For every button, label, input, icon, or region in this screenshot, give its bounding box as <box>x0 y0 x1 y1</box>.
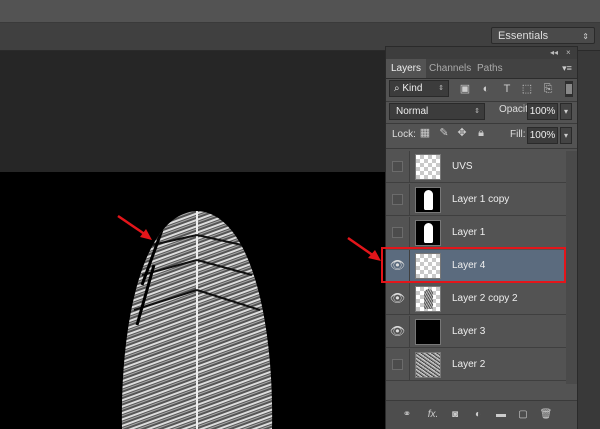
filter-kind-select[interactable]: ⌕ Kind ⇕ <box>389 80 449 97</box>
panel-tabs: Layers Channels Paths <box>386 59 577 79</box>
layer-name[interactable]: Layer 1 <box>452 217 485 249</box>
close-panel-icon[interactable]: × <box>566 47 571 59</box>
hidden-box-icon <box>392 359 403 370</box>
layer-row[interactable]: Layer 1 copy <box>386 184 566 216</box>
visibility-toggle[interactable] <box>390 225 405 240</box>
divider <box>386 101 577 102</box>
hidden-box-icon <box>392 227 403 238</box>
visibility-toggle[interactable] <box>390 159 405 174</box>
feather-shape-icon <box>424 289 433 309</box>
layer-name[interactable]: Layer 1 copy <box>452 184 509 216</box>
tab-channels[interactable]: Channels <box>424 59 476 78</box>
blend-mode-value: Normal <box>396 106 429 117</box>
menu-bar <box>0 0 600 23</box>
layer-thumbnail <box>415 286 441 312</box>
layer-thumbnail <box>415 187 441 213</box>
panel-header: ◂◂ × <box>386 47 577 59</box>
visibility-toggle[interactable]: 👁︎ <box>390 324 405 339</box>
hidden-box-icon <box>392 194 403 205</box>
layer-thumbnail <box>415 352 441 378</box>
layer-thumbnail <box>415 220 441 246</box>
adjustment-layer-icon[interactable]: ◐ <box>471 408 485 422</box>
layer-row[interactable]: 👁︎ Layer 2 copy 2 <box>386 283 566 315</box>
panel-menu-icon[interactable]: ▾≡ <box>558 59 576 78</box>
layer-list-scrollbar[interactable] <box>566 151 577 384</box>
red-arrow-icon <box>347 236 381 261</box>
shape-filter-icon[interactable]: ⬚ <box>520 82 534 96</box>
layer-name[interactable]: Layer 2 copy 2 <box>452 283 518 315</box>
layer-name[interactable]: UVS <box>452 151 473 183</box>
lock-image-pixels-icon[interactable]: ✎ <box>438 127 450 140</box>
eye-icon: 👁︎ <box>390 324 406 338</box>
divider <box>386 123 577 124</box>
divider <box>409 283 410 315</box>
chevron-updown-icon: ⇕ <box>474 108 480 115</box>
filter-toggle[interactable] <box>565 81 573 97</box>
divider <box>386 148 577 149</box>
visibility-toggle[interactable]: 👁︎ <box>390 291 405 306</box>
layer-row[interactable]: Layer 1 <box>386 217 566 249</box>
workspace-label: Essentials <box>498 30 549 42</box>
filter-kind-label: Kind <box>402 83 423 94</box>
lock-transparent-pixels-icon[interactable]: ▦ <box>419 127 431 140</box>
layer-row[interactable]: Layer 2 <box>386 349 566 381</box>
trash-icon[interactable]: 🗑︎ <box>539 408 553 422</box>
lock-position-icon[interactable]: ✥ <box>456 127 468 140</box>
divider <box>409 151 410 183</box>
lock-all-icon[interactable]: 🔒︎ <box>475 127 487 140</box>
blend-mode-select[interactable]: Normal ⇕ <box>389 103 485 120</box>
layer-thumbnail <box>415 154 441 180</box>
layer-row[interactable]: 👁︎ Layer 3 <box>386 316 566 348</box>
fill-label: Fill: <box>510 129 526 140</box>
divider <box>409 349 410 381</box>
image-filter-icon[interactable]: ▣ <box>458 82 472 96</box>
layer-row[interactable]: UVS <box>386 151 566 183</box>
workspace-switcher[interactable]: Essentials ⇕ <box>491 27 595 44</box>
feather-shape-icon <box>424 190 433 210</box>
eye-icon: 👁︎ <box>390 291 406 305</box>
fill-dropdown-button[interactable]: ▾ <box>560 127 572 144</box>
layers-panel: ◂◂ × Layers Channels Paths ▾≡ ⌕ Kind ⇕ ▣… <box>385 46 578 429</box>
hidden-box-icon <box>392 161 403 172</box>
collapsed-panel-dock[interactable] <box>578 51 600 429</box>
layer-name[interactable]: Layer 3 <box>452 316 485 348</box>
search-icon: ⌕ <box>394 83 400 94</box>
adjustment-filter-icon[interactable]: ◐ <box>479 82 493 96</box>
new-group-icon[interactable]: ▬ <box>494 408 508 422</box>
lock-label: Lock: <box>392 129 416 140</box>
fx-icon[interactable]: fx. <box>426 408 440 422</box>
layer-name[interactable]: Layer 2 <box>452 349 485 381</box>
tab-layers[interactable]: Layers <box>386 59 427 78</box>
panel-footer: ⚭ fx. ◙ ◐ ▬ ▢ 🗑︎ <box>386 400 577 429</box>
red-arrow-icon <box>117 214 152 240</box>
chevron-updown-icon: ⇕ <box>582 32 589 41</box>
divider <box>409 217 410 249</box>
divider <box>409 316 410 348</box>
collapse-icon[interactable]: ◂◂ <box>550 47 558 59</box>
visibility-toggle[interactable] <box>390 192 405 207</box>
feather-shape-icon <box>424 223 433 243</box>
visibility-toggle[interactable] <box>390 357 405 372</box>
chevron-updown-icon: ⇕ <box>438 85 444 92</box>
divider <box>409 184 410 216</box>
opacity-dropdown-button[interactable]: ▾ <box>560 103 572 120</box>
smart-object-filter-icon[interactable]: ⎘ <box>541 82 555 96</box>
fill-input[interactable]: 100% <box>527 127 558 144</box>
highlight-box <box>381 247 566 283</box>
add-mask-icon[interactable]: ◙ <box>448 408 462 422</box>
layer-thumbnail <box>415 319 441 345</box>
tab-paths[interactable]: Paths <box>472 59 508 78</box>
new-layer-icon[interactable]: ▢ <box>516 408 530 422</box>
opacity-input[interactable]: 100% <box>527 103 558 120</box>
type-filter-icon[interactable]: T <box>500 82 514 96</box>
link-layers-icon[interactable]: ⚭ <box>400 408 414 422</box>
